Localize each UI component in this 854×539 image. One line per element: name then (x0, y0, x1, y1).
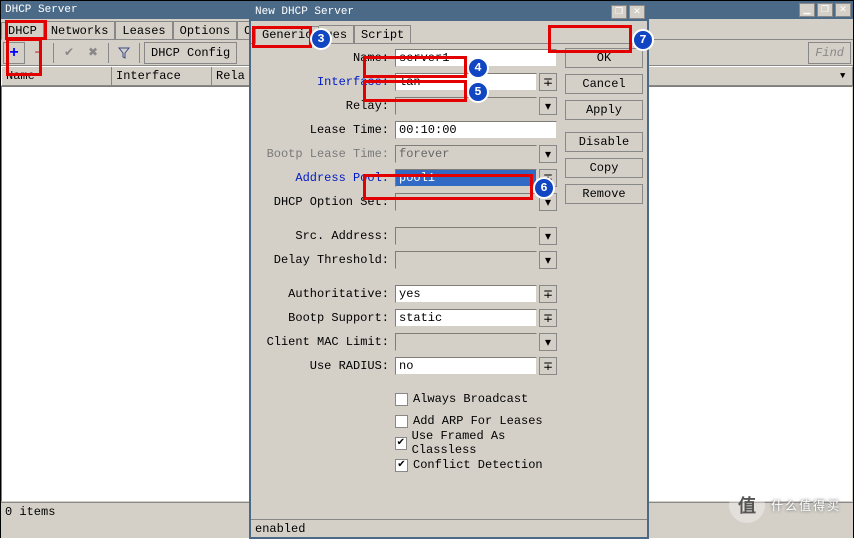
dhcp-config-button[interactable]: DHCP Config (144, 42, 237, 64)
label-name: Name: (255, 51, 395, 65)
interface-select[interactable]: lan (395, 73, 537, 91)
form: Name:server1 Interface:lan∓ Relay:▾ Leas… (251, 44, 561, 519)
label-bootp-support: Bootp Support: (255, 311, 395, 325)
badge-6: 6 (533, 177, 555, 199)
ok-button[interactable]: OK (565, 48, 643, 68)
col-interface[interactable]: Interface (112, 67, 212, 85)
new-dhcp-dialog: New DHCP Server ❐ ✕ Generic ues Script N… (249, 1, 649, 539)
src-address-input[interactable] (395, 227, 537, 245)
label-interface: Interface: (255, 75, 395, 89)
disable-button[interactable]: Disable (565, 132, 643, 152)
label-bootp-lease-time: Bootp Lease Time: (255, 147, 395, 161)
remove-button[interactable]: Remove (565, 184, 643, 204)
watermark: 值 什么值得买 (729, 487, 841, 523)
item-count: 0 items (5, 505, 55, 519)
restore-button[interactable]: ❐ (817, 3, 833, 17)
disable-button[interactable]: ✖ (82, 42, 104, 64)
label-authoritative: Authoritative: (255, 287, 395, 301)
dialog-close-button[interactable]: ✕ (629, 5, 645, 19)
add-arp-check[interactable]: Add ARP For Leases (395, 412, 557, 430)
relay-expand-icon[interactable]: ▾ (539, 97, 557, 115)
lease-time-input[interactable]: 00:10:00 (395, 121, 557, 139)
dialog-side-buttons: OK Cancel Apply Disable Copy Remove (561, 44, 647, 519)
label-client-mac-limit: Client MAC Limit: (255, 335, 395, 349)
watermark-text: 什么值得买 (771, 497, 841, 514)
label-delay-threshold: Delay Threshold: (255, 253, 395, 267)
label-address-pool: Address Pool: (255, 171, 395, 185)
checkbox-icon (395, 415, 408, 428)
badge-3: 3 (310, 28, 332, 50)
src-expand-icon[interactable]: ▾ (539, 227, 557, 245)
filter-button[interactable] (113, 42, 135, 64)
remove-button[interactable]: − (27, 42, 49, 64)
dialog-restore-button[interactable]: ❐ (611, 5, 627, 19)
radius-dropdown-icon[interactable]: ∓ (539, 357, 557, 375)
badge-5: 5 (467, 81, 489, 103)
col-relay[interactable]: Rela (212, 67, 252, 85)
col-menu[interactable]: ▼ (836, 67, 852, 85)
dhcp-option-set-input[interactable] (395, 193, 537, 211)
mac-expand-icon[interactable]: ▾ (539, 333, 557, 351)
conflict-detection-check[interactable]: ✔Conflict Detection (395, 456, 557, 474)
watermark-icon: 值 (729, 487, 765, 523)
always-broadcast-check[interactable]: Always Broadcast (395, 390, 557, 408)
client-mac-limit-input[interactable] (395, 333, 537, 351)
label-lease-time: Lease Time: (255, 123, 395, 137)
label-use-radius: Use RADIUS: (255, 359, 395, 373)
cancel-button[interactable]: Cancel (565, 74, 643, 94)
badge-7: 7 (632, 29, 654, 51)
minimize-button[interactable]: ▁ (799, 3, 815, 17)
label-src-address: Src. Address: (255, 229, 395, 243)
bootp-support-select[interactable]: static (395, 309, 537, 327)
apply-button[interactable]: Apply (565, 100, 643, 120)
tab-script[interactable]: Script (354, 25, 411, 43)
tab-dhcp[interactable]: DHCP (1, 22, 44, 40)
bootp-expand-icon[interactable]: ▾ (539, 145, 557, 163)
dialog-titlebar: New DHCP Server ❐ ✕ (251, 3, 647, 21)
interface-dropdown-icon[interactable]: ∓ (539, 73, 557, 91)
delay-expand-icon[interactable]: ▾ (539, 251, 557, 269)
copy-button[interactable]: Copy (565, 158, 643, 178)
tab-leases[interactable]: Leases (115, 21, 172, 39)
dialog-title: New DHCP Server (253, 6, 611, 18)
bootp-lease-time-input[interactable]: forever (395, 145, 537, 163)
use-radius-select[interactable]: no (395, 357, 537, 375)
enable-button[interactable]: ✔ (58, 42, 80, 64)
bootp-dropdown-icon[interactable]: ∓ (539, 309, 557, 327)
checkbox-icon: ✔ (395, 459, 408, 472)
dialog-statusbar: enabled (251, 519, 647, 537)
tab-networks[interactable]: Networks (44, 21, 116, 39)
label-relay: Relay: (255, 99, 395, 113)
find-button[interactable]: Find (808, 42, 851, 64)
checkbox-icon (395, 393, 408, 406)
auth-dropdown-icon[interactable]: ∓ (539, 285, 557, 303)
col-name[interactable]: Name (2, 67, 112, 85)
relay-input[interactable] (395, 97, 537, 115)
use-framed-check[interactable]: ✔Use Framed As Classless (395, 434, 557, 452)
delay-threshold-input[interactable] (395, 251, 537, 269)
label-dhcp-option-set: DHCP Option Set: (255, 195, 395, 209)
badge-4: 4 (467, 57, 489, 79)
add-button[interactable]: + (3, 42, 25, 64)
tab-options[interactable]: Options (173, 21, 237, 39)
authoritative-select[interactable]: yes (395, 285, 537, 303)
address-pool-select[interactable]: pool1 (395, 169, 537, 187)
checkbox-icon: ✔ (395, 437, 407, 450)
close-button[interactable]: ✕ (835, 3, 851, 17)
